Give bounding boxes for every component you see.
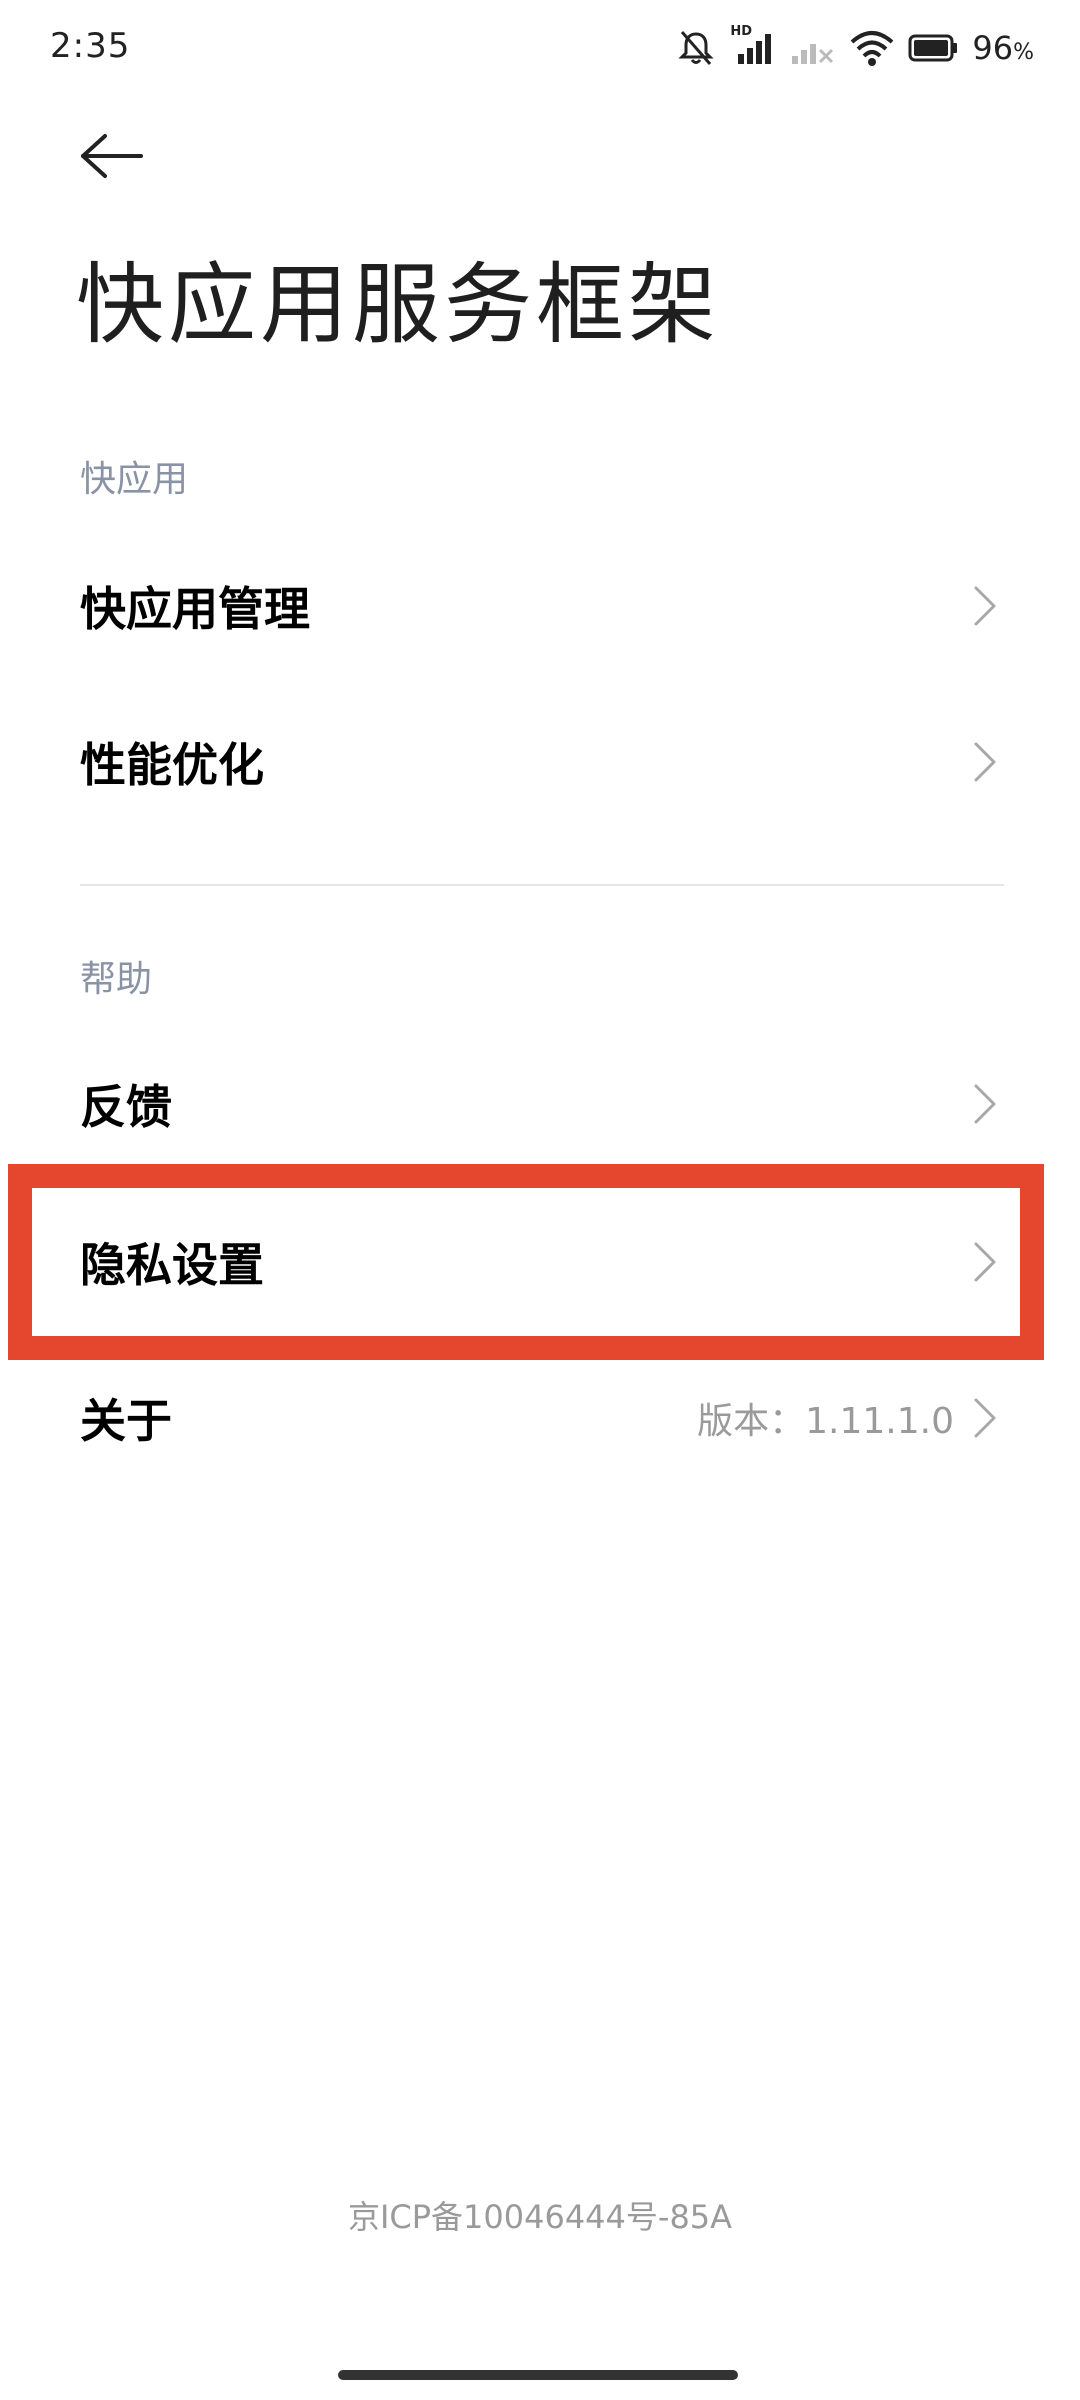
chevron-right-icon: [970, 582, 1000, 630]
arrow-left-icon: [79, 133, 145, 183]
battery-icon: [908, 33, 958, 63]
battery-percent-unit: %: [1013, 40, 1034, 65]
chevron-right-icon: [970, 1080, 1000, 1128]
quickapp-management-item[interactable]: 快应用管理: [0, 528, 1080, 684]
row-label: 快应用管理: [80, 582, 310, 636]
wifi-icon: [850, 28, 894, 68]
privacy-settings-item[interactable]: 隐私设置: [0, 1184, 1080, 1340]
status-icons: HD 96%: [676, 24, 1034, 72]
row-label: 关于: [80, 1394, 172, 1448]
battery-percent: 96%: [972, 29, 1034, 67]
section-divider: [80, 884, 1004, 886]
chevron-right-icon: [970, 1394, 1000, 1442]
about-item[interactable]: 关于 版本：1.11.1.0: [0, 1340, 1080, 1496]
row-label: 隐私设置: [80, 1238, 264, 1292]
section-header-help: 帮助: [80, 959, 153, 1000]
chevron-right-icon: [970, 738, 1000, 786]
performance-optimization-item[interactable]: 性能优化: [0, 684, 1080, 840]
page-title: 快应用服务框架: [76, 253, 721, 356]
mute-icon: [676, 28, 716, 68]
row-label: 反馈: [80, 1080, 172, 1134]
back-button[interactable]: [72, 118, 152, 198]
version-value: 版本：1.11.1.0: [697, 1401, 954, 1442]
row-label: 性能优化: [80, 738, 264, 792]
icp-license-text: 京ICP备10046444号-85A: [347, 2198, 733, 2236]
chevron-right-icon: [970, 1238, 1000, 1286]
battery-percent-value: 96: [972, 29, 1014, 67]
section-header-quickapp: 快应用: [80, 459, 189, 500]
hd-signal-icon: HD: [730, 24, 776, 68]
feedback-item[interactable]: 反馈: [0, 1026, 1080, 1182]
home-indicator[interactable]: [338, 2370, 738, 2380]
status-bar: 2:35 HD 96%: [0, 0, 1080, 96]
status-time: 2:35: [50, 26, 131, 66]
signal-no-service-icon: [790, 28, 836, 68]
